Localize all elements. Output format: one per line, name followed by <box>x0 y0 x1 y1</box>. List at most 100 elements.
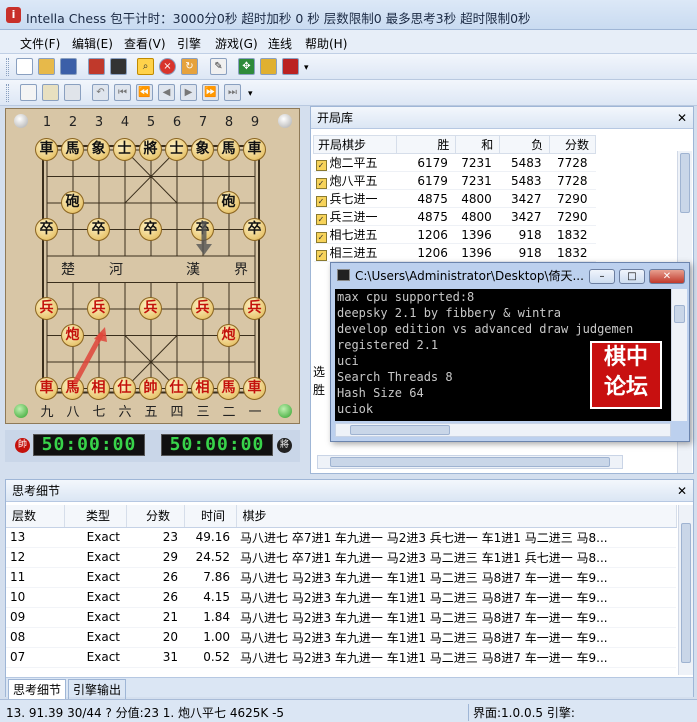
col-header-score[interactable]: 分数 <box>549 135 596 154</box>
table-row[interactable]: 08 Exact 20 1.00 马八进七 马2进3 车九进一 车1进1 马二进三 马8… <box>6 627 676 648</box>
black-piece[interactable]: 車 <box>243 138 266 161</box>
opening-move-cell[interactable]: ✓ 兵七进一 <box>313 189 397 208</box>
opening-move-cell[interactable]: ✓ 相七进五 <box>313 225 397 244</box>
red-book-icon[interactable] <box>88 58 105 75</box>
scrollbar-thumb[interactable] <box>674 305 685 323</box>
lock-icon[interactable] <box>260 58 277 75</box>
red-piece[interactable]: 馬 <box>61 376 84 400</box>
col-header-depth[interactable]: 层数 <box>6 505 65 528</box>
black-piece[interactable]: 象 <box>87 138 110 161</box>
red-piece[interactable]: 炮 <box>217 323 240 347</box>
black-piece[interactable]: 卒 <box>35 217 58 241</box>
console-hscrollbar[interactable] <box>335 423 671 437</box>
opening-move-cell[interactable]: ✓ 相三进五 <box>313 243 397 262</box>
clipboard-icon[interactable] <box>64 84 81 101</box>
menu-help[interactable]: 帮助(H) <box>305 35 347 52</box>
refresh-icon[interactable]: ↻ <box>181 58 198 75</box>
scrollbar-thumb[interactable] <box>330 457 610 467</box>
black-piece[interactable]: 士 <box>165 138 188 161</box>
red-piece[interactable]: 仕 <box>165 376 188 400</box>
menu-view[interactable]: 查看(V) <box>124 35 166 52</box>
table-row[interactable]: ✓ 炮八平五 6179 7231 5483 7728 <box>313 171 596 190</box>
red-piece[interactable]: 兵 <box>191 297 214 320</box>
tab-thinking-details[interactable]: 思考细节 <box>8 679 67 700</box>
red-piece[interactable]: 車 <box>243 376 266 400</box>
opening-hscrollbar[interactable] <box>317 455 623 469</box>
col-header-type[interactable]: 类型 <box>64 505 127 528</box>
red-piece[interactable]: 兵 <box>243 297 266 320</box>
menu-engine[interactable]: 引擎 <box>177 35 201 52</box>
rewind-icon[interactable]: ⏪ <box>136 84 153 101</box>
table-row[interactable]: 09 Exact 21 1.84 马八进七 马2进3 车九进一 车1进1 马二进三 马8… <box>6 607 676 628</box>
search-icon[interactable]: ⌕ <box>137 58 154 75</box>
scrollbar-thumb[interactable] <box>681 523 691 663</box>
table-row[interactable]: ✓ 兵七进一 4875 4800 3427 7290 <box>313 189 596 208</box>
col-header-score[interactable]: 分数 <box>126 505 185 528</box>
menu-edit[interactable]: 编辑(E) <box>72 35 113 52</box>
black-piece[interactable]: 象 <box>191 138 214 161</box>
toolbar-more-icon[interactable]: ▾ <box>304 63 309 73</box>
scrollbar-thumb[interactable] <box>350 425 450 435</box>
black-piece[interactable]: 卒 <box>87 217 110 241</box>
red-piece[interactable]: 兵 <box>35 297 58 320</box>
menu-connect[interactable]: 连线 <box>268 35 292 52</box>
scrollbar-thumb[interactable] <box>680 153 690 213</box>
thinking-scrollbar[interactable] <box>678 505 693 675</box>
save-icon[interactable] <box>60 58 77 75</box>
tab-engine-output[interactable]: 引擎输出 <box>68 679 127 700</box>
red-piece[interactable]: 兵 <box>87 297 110 320</box>
black-piece[interactable]: 士 <box>113 138 136 161</box>
table-row[interactable]: 12 Exact 29 24.52 马八进七 卒7进1 车九进一 马2进3 马二进三 车… <box>6 547 676 568</box>
table-row[interactable]: 13 Exact 23 49.16 马八进七 卒7进1 车九进一 马2进3 兵七进一 车… <box>6 527 676 548</box>
col-header-moves[interactable]: 棋步 <box>236 505 677 528</box>
red-piece[interactable]: 帥 <box>139 376 162 400</box>
black-piece[interactable]: 砲 <box>217 191 240 214</box>
opening-move-cell[interactable]: ✓ 炮二平五 <box>313 153 397 172</box>
minimize-button[interactable]: – <box>589 269 615 284</box>
table-row[interactable]: ✓ 兵三进一 4875 4800 3427 7290 <box>313 207 596 226</box>
checkbox-icon[interactable]: ✓ <box>315 232 327 243</box>
red-piece[interactable]: 相 <box>87 376 110 400</box>
red-piece[interactable]: 仕 <box>113 376 136 400</box>
table-row[interactable]: 07 Exact 31 0.52 马八进七 马2进3 车九进一 车1进1 马二进三 马8… <box>6 647 676 668</box>
black-book-icon[interactable] <box>110 58 127 75</box>
col-header-win[interactable]: 胜 <box>395 135 457 154</box>
black-piece[interactable]: 卒 <box>139 217 162 241</box>
red-piece[interactable]: 車 <box>35 376 58 400</box>
console-output[interactable]: max cpu supported:8 deepsky 2.1 by fibber… <box>335 289 677 421</box>
next-move-icon[interactable]: ▶ <box>180 84 197 101</box>
toolbar-grip[interactable] <box>6 84 9 102</box>
black-piece[interactable]: 車 <box>35 138 58 161</box>
fast-forward-icon[interactable]: ⏩ <box>202 84 219 101</box>
menu-game[interactable]: 游戏(G) <box>215 35 258 52</box>
edit-note-icon[interactable]: ✎ <box>210 58 227 75</box>
copy-icon[interactable] <box>20 84 37 101</box>
new-file-icon[interactable] <box>16 58 33 75</box>
checkbox-icon[interactable]: ✓ <box>315 178 327 189</box>
stop-icon[interactable]: × <box>159 58 176 75</box>
last-move-icon[interactable]: ⏭ <box>224 84 241 101</box>
red-piece[interactable]: 兵 <box>139 297 162 320</box>
black-piece[interactable]: 砲 <box>61 191 84 214</box>
black-piece[interactable]: 卒 <box>243 217 266 241</box>
col-header-move[interactable]: 开局棋步 <box>313 135 397 154</box>
col-header-loss[interactable]: 负 <box>499 135 551 154</box>
checkbox-icon[interactable]: ✓ <box>315 250 327 261</box>
checkbox-icon[interactable]: ✓ <box>315 196 327 207</box>
table-row[interactable]: 11 Exact 26 7.86 马八进七 马2进3 车九进一 车1进1 马二进三 马8… <box>6 567 676 588</box>
table-row[interactable]: ✓ 相三进五 1206 1396 918 1832 <box>313 243 596 262</box>
red-piece[interactable]: 馬 <box>217 376 240 400</box>
toolbar-more-icon[interactable]: ▾ <box>248 89 253 99</box>
black-piece[interactable]: 將 <box>139 138 162 161</box>
table-row[interactable]: 10 Exact 26 4.15 马八进七 马2进3 车九进一 车1进1 马二进三 马8… <box>6 587 676 608</box>
opening-move-cell[interactable]: ✓ 炮八平五 <box>313 171 397 190</box>
black-piece[interactable]: 卒 <box>191 217 214 241</box>
hammer-icon[interactable] <box>282 58 299 75</box>
open-folder-icon[interactable] <box>38 58 55 75</box>
close-icon[interactable]: ✕ <box>677 480 687 502</box>
move-arrows-icon[interactable]: ✥ <box>238 58 255 75</box>
red-piece[interactable]: 炮 <box>61 323 84 347</box>
toolbar-grip[interactable] <box>6 58 9 76</box>
black-piece[interactable]: 馬 <box>61 138 84 161</box>
console-scrollbar[interactable] <box>671 289 687 421</box>
